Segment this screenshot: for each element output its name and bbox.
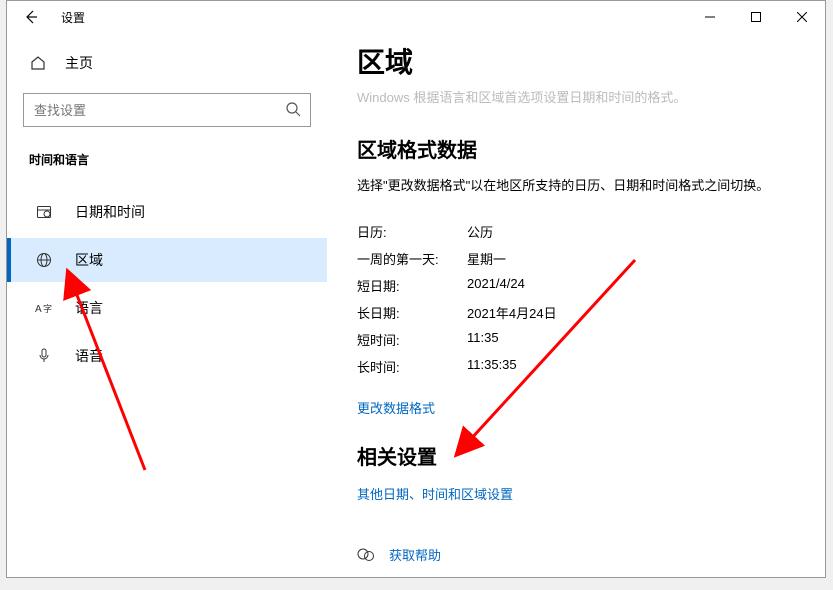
- table-row: 长时间:11:35:35: [357, 353, 795, 380]
- search-icon: [285, 101, 301, 117]
- search-input[interactable]: [23, 93, 311, 127]
- table-row: 日历:公历: [357, 218, 795, 245]
- table-row: 长日期:2021年4月24日: [357, 299, 795, 326]
- sidebar-item-language[interactable]: A字 语言: [7, 286, 327, 330]
- sidebar: 主页 时间和语言 日期和时间 区域: [7, 33, 327, 577]
- back-button[interactable]: [19, 5, 43, 29]
- subheading-format-data: 区域格式数据: [357, 134, 795, 163]
- close-button[interactable]: [779, 1, 825, 33]
- related-heading: 相关设置: [357, 441, 795, 470]
- microphone-icon: [35, 347, 53, 365]
- help-icon: [357, 546, 375, 564]
- help-label: 获取帮助: [389, 545, 441, 564]
- clock-icon: [35, 203, 53, 221]
- globe-icon: [35, 251, 53, 269]
- home-icon: [29, 54, 47, 72]
- content-area: 区域 Windows 根据语言和区域首选项设置日期和时间的格式。 区域格式数据 …: [327, 33, 825, 577]
- format-data-table: 日历:公历 一周的第一天:星期一 短日期:2021/4/24 长日期:2021年…: [357, 218, 795, 380]
- sidebar-item-label: 语音: [75, 346, 103, 366]
- sidebar-item-label: 日期和时间: [75, 202, 145, 222]
- maximize-button[interactable]: [733, 1, 779, 33]
- sidebar-item-region[interactable]: 区域: [7, 238, 327, 282]
- page-heading: 区域: [357, 41, 795, 81]
- sidebar-section-title: 时间和语言: [29, 151, 311, 168]
- window-title: 设置: [61, 9, 85, 26]
- titlebar: 设置: [7, 1, 825, 33]
- get-help-link[interactable]: 获取帮助: [357, 545, 795, 564]
- change-format-link[interactable]: 更改数据格式: [357, 398, 435, 417]
- format-description: 选择"更改数据格式"以在地区所支持的日历、日期和时间格式之间切换。: [357, 175, 795, 194]
- sidebar-item-label: 语言: [75, 298, 103, 318]
- settings-window: 设置 主页 时间和语言: [6, 0, 826, 578]
- sidebar-item-datetime[interactable]: 日期和时间: [7, 190, 327, 234]
- language-icon: A字: [35, 299, 53, 317]
- minimize-button[interactable]: [687, 1, 733, 33]
- svg-text:字: 字: [43, 303, 52, 314]
- table-row: 短日期:2021/4/24: [357, 272, 795, 299]
- truncated-text: Windows 根据语言和区域首选项设置日期和时间的格式。: [357, 87, 795, 106]
- home-button[interactable]: 主页: [23, 45, 311, 81]
- table-row: 短时间:11:35: [357, 326, 795, 353]
- sidebar-item-speech[interactable]: 语音: [7, 334, 327, 378]
- table-row: 一周的第一天:星期一: [357, 245, 795, 272]
- sidebar-item-label: 区域: [75, 250, 103, 270]
- search-row: [23, 93, 311, 127]
- svg-text:A: A: [35, 304, 42, 315]
- home-label: 主页: [65, 53, 93, 73]
- related-settings-link[interactable]: 其他日期、时间和区域设置: [357, 484, 513, 503]
